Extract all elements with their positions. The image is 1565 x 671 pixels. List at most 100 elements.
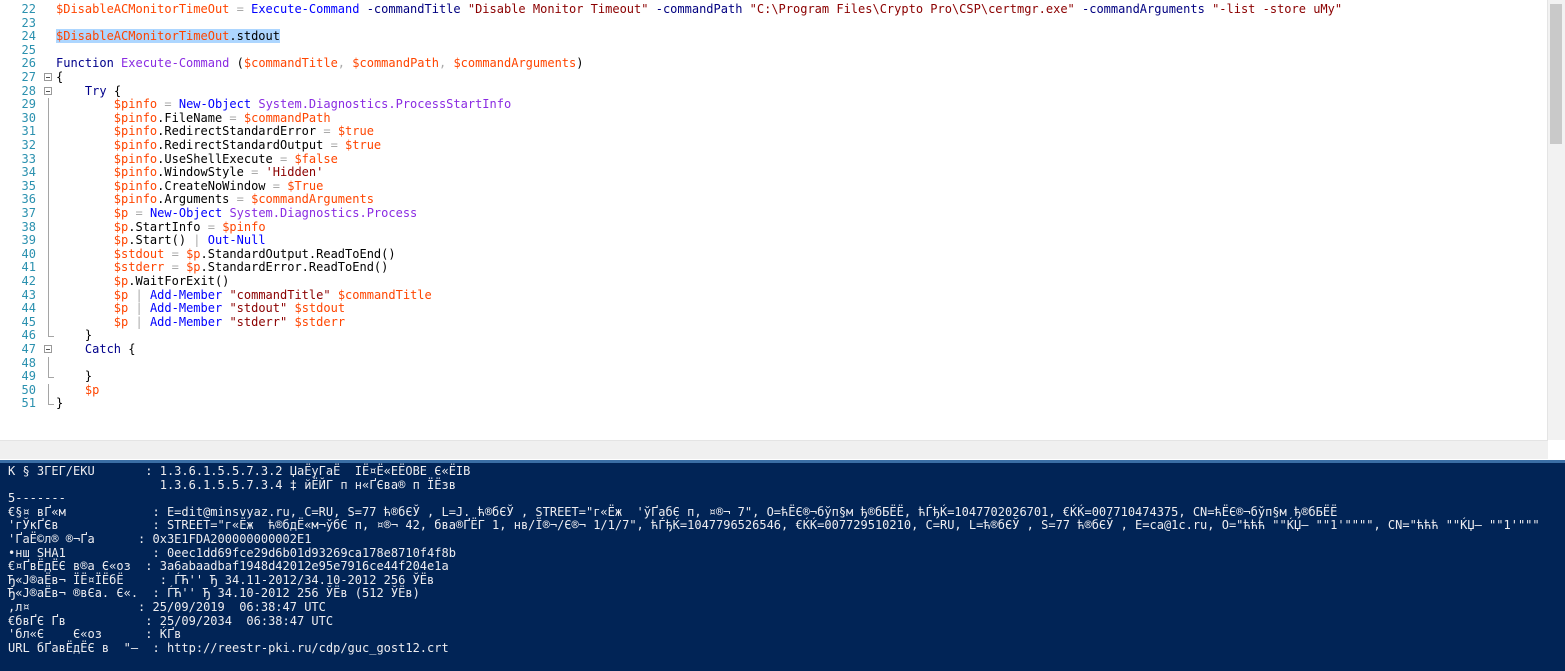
code-line[interactable]: 47 Catch { [0, 342, 1540, 357]
code-line[interactable]: 26 Function Execute-Command ($commandTitl… [0, 57, 1540, 71]
code-text: $p = New-Object System.Diagnostics.Proce… [56, 206, 417, 221]
fold-toggle-icon[interactable] [44, 71, 54, 85]
code-line[interactable]: 25 [0, 43, 1540, 58]
code-line[interactable]: 45 $p | Add-Member "stderr" $stderr [0, 314, 1540, 330]
code-line[interactable]: 31 $pinfo.RedirectStandardError = $true [0, 125, 1540, 139]
fold-guide [44, 288, 54, 303]
code-line[interactable]: 27 { [0, 70, 1540, 85]
code-line[interactable]: 32 $pinfo.RedirectStandardOutput = $true [0, 138, 1540, 153]
code-token-var: $stdout [113, 246, 165, 261]
fold-guide [44, 166, 54, 180]
editor-vertical-scrollbar[interactable] [1547, 0, 1565, 440]
code-token-var: $pinfo [222, 219, 266, 234]
code-line[interactable]: 24 $DisableACMonitorTimeOut.stdout [0, 29, 1540, 44]
code-line[interactable]: 43 $p | Add-Member "commandTitle" $comma… [0, 287, 1540, 303]
code-token-str: 'Hidden' [265, 165, 324, 180]
code-token-var: $false [294, 151, 338, 166]
code-text: $pinfo.FileName = $commandPath [56, 110, 331, 126]
line-number: 40 [21, 246, 36, 261]
code-line[interactable]: 35 $pinfo.CreateNoWindow = $True [0, 179, 1540, 194]
code-token-prop: .FileName [157, 110, 223, 125]
code-token-var: $p [113, 287, 129, 302]
code-line[interactable]: 34 $pinfo.WindowStyle = 'Hidden' [0, 165, 1540, 180]
code-token-plain: } [56, 369, 93, 384]
script-editor-pane[interactable]: 22 $DisableACMonitorTimeOut = Execute-Com… [0, 0, 1565, 460]
code-token-var: $commandTitle [243, 56, 338, 71]
console-line: 1.3.6.1.5.5.7.3.4 ‡ йЁЙГ п н«ҐЄва® п ЇЁз… [8, 477, 456, 492]
code-token-var: $stderr [113, 260, 165, 275]
code-line[interactable]: 49 } [0, 369, 1540, 384]
fold-toggle-icon[interactable] [44, 85, 54, 99]
code-token-op: = [164, 97, 172, 112]
code-token-prop: .StartInfo [128, 219, 201, 234]
fold-end-guide [44, 329, 54, 343]
code-line[interactable]: 44 $p | Add-Member "stdout" $stdout [0, 301, 1540, 316]
code-token-plain: ( [236, 56, 244, 71]
editor-horizontal-scrollbar[interactable] [0, 440, 1548, 459]
code-token-plain: { [121, 342, 136, 356]
code-token-var: $DisableACMonitorTimeOut [56, 2, 230, 16]
line-number: 26 [21, 56, 36, 71]
code-token-type: Execute-Command [121, 56, 230, 71]
line-number: 28 [21, 83, 36, 98]
code-line[interactable]: 36 $pinfo.Arguments = $commandArguments [0, 193, 1540, 207]
code-line[interactable]: 41 $stderr = $p.StandardError.ReadToEnd(… [0, 261, 1540, 275]
code-token-var: $true [345, 138, 382, 152]
code-line[interactable]: 38 $p.StartInfo = $pinfo [0, 219, 1540, 235]
code-text: $pinfo.RedirectStandardOutput = $true [56, 138, 382, 153]
code-token-op: = [135, 206, 143, 220]
code-line[interactable]: 37 $p = New-Object System.Diagnostics.Pr… [0, 206, 1540, 221]
console-pane[interactable]: K § ЗГЕГ/EKU : 1.3.6.1.5.5.7.3.2 ЏаЁуГаЁ… [0, 460, 1565, 671]
code-token-var: $commandArguments [453, 56, 577, 71]
code-line[interactable]: 23 [0, 16, 1540, 31]
code-text: $p | Add-Member "stderr" $stderr [56, 314, 345, 330]
code-line[interactable]: 48 [0, 356, 1540, 371]
fold-guide [44, 193, 54, 207]
code-line[interactable]: 50 $p [0, 383, 1540, 398]
code-text: Function Execute-Command ($commandTitle,… [56, 57, 584, 71]
code-line[interactable]: 40 $stdout = $p.StandardOutput.ReadToEnd… [0, 246, 1540, 262]
fold-toggle-icon[interactable] [44, 343, 54, 357]
code-token-var: $p [113, 301, 129, 316]
code-line[interactable]: 39 $p.Start() | Out-Null [0, 233, 1540, 248]
code-token-prop: .RedirectStandardError [157, 124, 317, 139]
code-line[interactable]: 29 $pinfo = New-Object System.Diagnostic… [0, 97, 1540, 112]
code-line[interactable]: 46 } [0, 329, 1540, 343]
code-line[interactable]: 42 $p.WaitForExit() [0, 274, 1540, 289]
fold-guide [44, 247, 54, 262]
line-number: 41 [21, 260, 36, 275]
code-text: $DisableACMonitorTimeOut.stdout [56, 29, 280, 44]
line-number: 31 [21, 124, 36, 139]
code-line[interactable]: 22 $DisableACMonitorTimeOut = Execute-Com… [0, 2, 1540, 17]
code-line[interactable]: 30 $pinfo.FileName = $commandPath [0, 110, 1540, 126]
console-line: Ђ«Ј®аЁв¬ ®вЄа. Є«. : ЃЋ'' Ђ 34.10-2012 2… [8, 586, 420, 601]
code-text: } [56, 369, 93, 384]
code-text: $stderr = $p.StandardError.ReadToEnd() [56, 260, 389, 275]
code-token-prop: .UseShellExecute [157, 151, 273, 166]
fold-guide [44, 139, 54, 153]
code-line[interactable]: 28 Try { [0, 83, 1540, 99]
code-line[interactable]: 33 $pinfo.UseShellExecute = $false [0, 151, 1540, 167]
scrollbar-thumb[interactable] [1550, 4, 1562, 144]
line-number: 32 [21, 138, 36, 152]
code-line[interactable]: 51} [0, 397, 1540, 411]
code-token-cmd: Add-Member [149, 314, 223, 329]
